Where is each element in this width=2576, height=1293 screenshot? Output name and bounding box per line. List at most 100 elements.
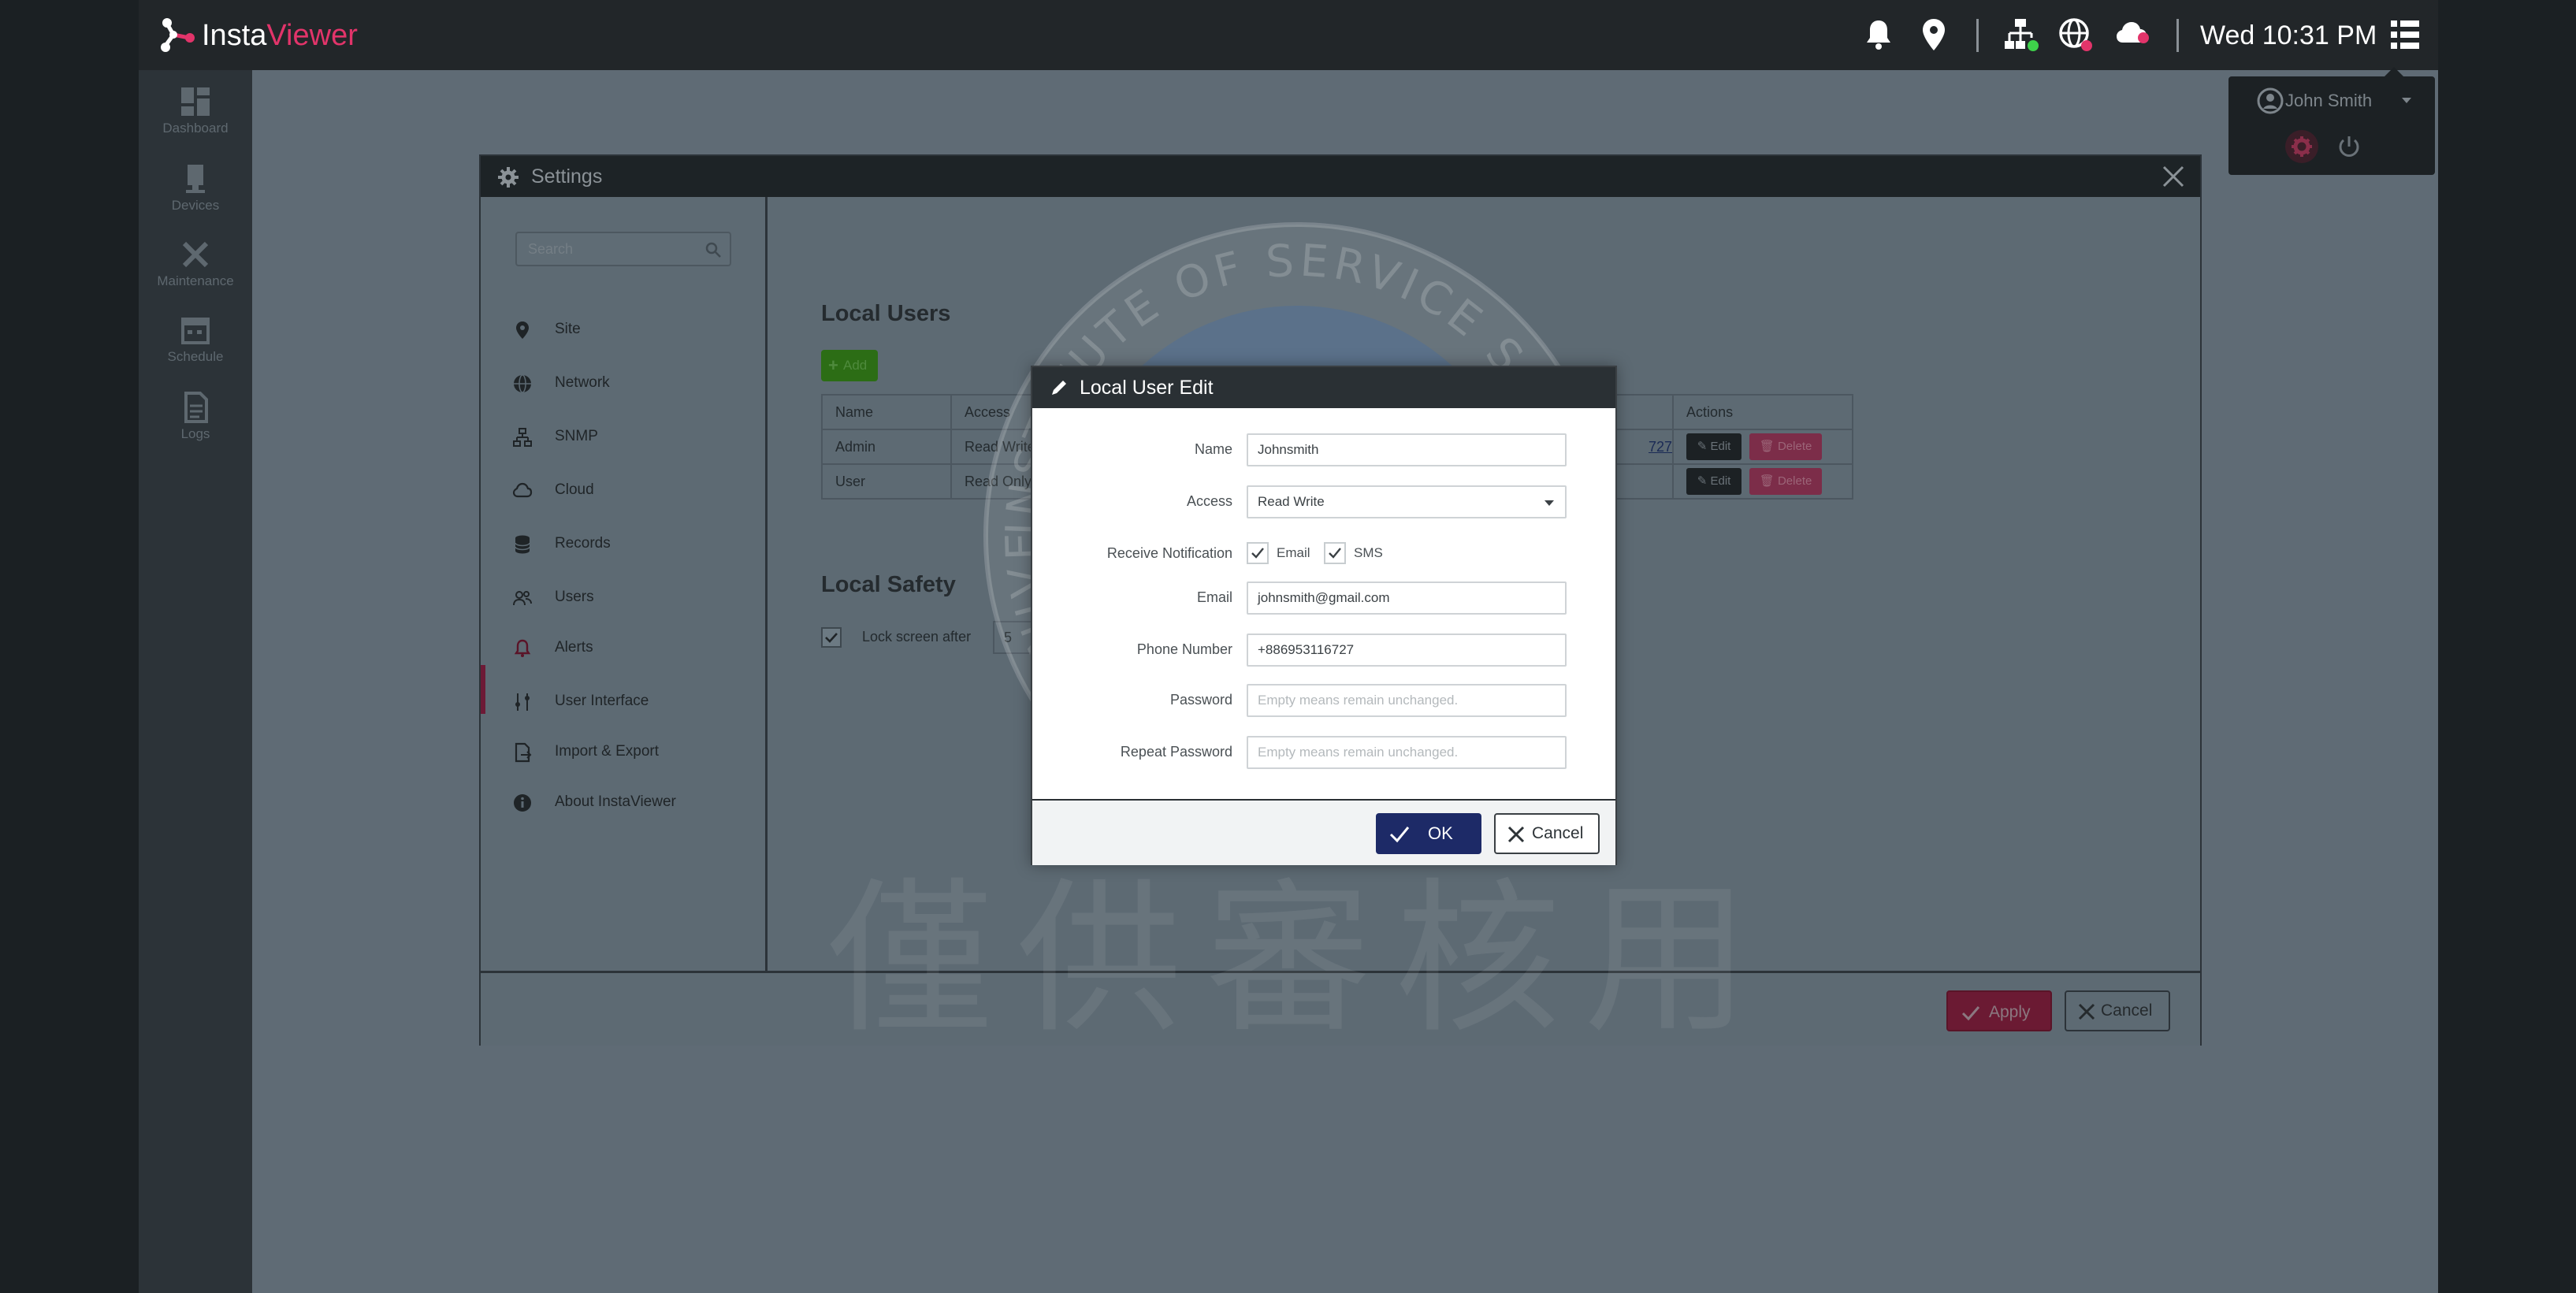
chevron-down-icon[interactable] (2402, 98, 2411, 103)
name-field[interactable]: Johnsmith (1247, 433, 1567, 466)
sms-checkbox[interactable] (1324, 542, 1346, 564)
sidebar-item-label: Devices (171, 198, 220, 213)
settings-menu-site[interactable]: Site (512, 314, 749, 345)
access-row: Access Read Write (1032, 485, 1615, 520)
network-icon (513, 428, 532, 447)
calendar-icon (181, 318, 210, 344)
sms-checkbox-label: SMS (1354, 545, 1383, 560)
cloud-icon (512, 482, 533, 498)
location-pin-icon[interactable] (1915, 16, 1953, 54)
power-icon[interactable] (2334, 132, 2364, 162)
sidebar-item-label: Logs (180, 426, 210, 441)
cloud-icon[interactable] (2113, 16, 2151, 54)
delete-button[interactable]: 🗑 Delete (1749, 433, 1823, 460)
phone-label: Phone Number (1136, 641, 1232, 657)
ok-button[interactable]: OK (1376, 813, 1481, 854)
settings-menu-import-export[interactable]: Import & Export (512, 736, 749, 767)
cancel-button[interactable]: Cancel (1494, 813, 1600, 854)
email-checkbox-label: Email (1277, 545, 1310, 560)
info-icon (514, 794, 531, 812)
access-label: Access (1186, 493, 1232, 509)
delete-button[interactable]: 🗑 Delete (1749, 468, 1823, 495)
email-checkbox[interactable] (1247, 542, 1269, 564)
sidebar-item-label: Schedule (167, 349, 224, 364)
password-row: Password Empty means remain unchanged. (1032, 684, 1615, 719)
search-icon[interactable] (704, 241, 722, 258)
wrench-icon (182, 241, 209, 268)
network-icon[interactable] (2002, 16, 2039, 54)
repeat-password-row: Repeat Password Empty means remain uncha… (1032, 736, 1615, 771)
access-select[interactable]: Read Write (1247, 485, 1567, 518)
sidebar-item-maintenance[interactable]: Maintenance (139, 239, 252, 310)
sidebar-item-devices[interactable]: Devices (139, 163, 252, 234)
dialog-footer: OK Cancel (1032, 799, 1615, 865)
logs-icon (184, 392, 208, 423)
phone-field[interactable]: +886953116727 (1247, 633, 1567, 667)
database-icon (515, 535, 530, 554)
sidebar-item-label: Maintenance (157, 273, 234, 288)
dashboard-icon (181, 87, 210, 116)
sliders-icon (515, 693, 530, 711)
sidebar: Dashboard Devices Maintenance Schedule L… (139, 70, 252, 1293)
settings-menu-network[interactable]: Network (512, 367, 749, 399)
settings-menu-user-interface[interactable]: User Interface (512, 686, 749, 717)
dialog-title: Local User Edit (1080, 377, 1214, 399)
search-input[interactable] (517, 233, 690, 265)
email-row: Email johnsmith@gmail.com (1032, 581, 1615, 616)
settings-menu: Site Network SNMP Cloud Records Users (481, 197, 768, 971)
settings-menu-users[interactable]: Users (512, 581, 749, 613)
sidebar-item-logs[interactable]: Logs (139, 392, 252, 463)
list-menu-icon[interactable] (2386, 16, 2424, 54)
pencil-icon (1052, 381, 1066, 395)
devices-icon (186, 165, 205, 193)
brand-name: InstaViewer (202, 19, 358, 52)
notification-row: Receive Notification Email SMS (1032, 537, 1615, 572)
cell-name: User (821, 463, 952, 500)
repeat-password-field[interactable]: Empty means remain unchanged. (1247, 736, 1567, 769)
lock-screen-checkbox[interactable] (821, 627, 842, 648)
bell-icon[interactable] (1860, 16, 1898, 54)
close-icon[interactable] (2161, 164, 2186, 189)
local-users-title: Local Users (821, 301, 951, 326)
settings-menu-about[interactable]: About InstaViewer (512, 786, 749, 818)
location-pin-icon (516, 321, 529, 339)
globe-icon[interactable] (2057, 16, 2095, 54)
sidebar-item-dashboard[interactable]: Dashboard (139, 86, 252, 157)
name-row: Name Johnsmith (1032, 433, 1615, 468)
settings-menu-cloud[interactable]: Cloud (512, 474, 749, 506)
name-label: Name (1194, 441, 1232, 457)
settings-menu-snmp[interactable]: SNMP (512, 421, 749, 452)
cell-actions: ✎ Edit 🗑 Delete (1672, 429, 1853, 465)
settings-search (515, 232, 731, 266)
globe-icon (514, 374, 531, 393)
repeat-password-label: Repeat Password (1120, 744, 1232, 760)
email-field[interactable]: johnsmith@gmail.com (1247, 581, 1567, 615)
password-label: Password (1169, 692, 1232, 708)
lock-screen-label: Lock screen after (862, 629, 972, 645)
settings-cancel-button[interactable]: Cancel (2065, 990, 2170, 1031)
add-user-button[interactable]: + Add (821, 350, 878, 381)
apply-button[interactable]: Apply (1946, 990, 2052, 1031)
edit-button[interactable]: ✎ Edit (1686, 468, 1742, 495)
bell-icon (514, 639, 531, 657)
settings-header: Settings (481, 156, 2200, 197)
user-name[interactable]: John Smith (2285, 91, 2372, 111)
settings-menu-records[interactable]: Records (512, 528, 749, 559)
close-icon (2078, 1003, 2095, 1020)
plus-icon: + (828, 355, 838, 375)
password-field[interactable]: Empty means remain unchanged. (1247, 684, 1567, 717)
local-safety-title: Local Safety (821, 572, 956, 597)
sidebar-item-schedule[interactable]: Schedule (139, 314, 252, 385)
column-header: Name (821, 394, 952, 430)
check-icon (1389, 827, 1410, 843)
phone-row: Phone Number +886953116727 (1032, 633, 1615, 668)
settings-gear-button[interactable] (2285, 130, 2318, 163)
email-label: Email (1196, 589, 1232, 605)
close-icon (1507, 826, 1525, 843)
edit-button[interactable]: ✎ Edit (1686, 433, 1742, 460)
local-user-edit-dialog: Local User Edit Name Johnsmith Access Re… (1031, 366, 1617, 865)
settings-menu-alerts[interactable]: Alerts (512, 632, 749, 663)
logo-icon (161, 18, 195, 52)
settings-footer: Apply Cancel (481, 971, 2200, 1046)
settings-title: Settings (531, 165, 603, 188)
